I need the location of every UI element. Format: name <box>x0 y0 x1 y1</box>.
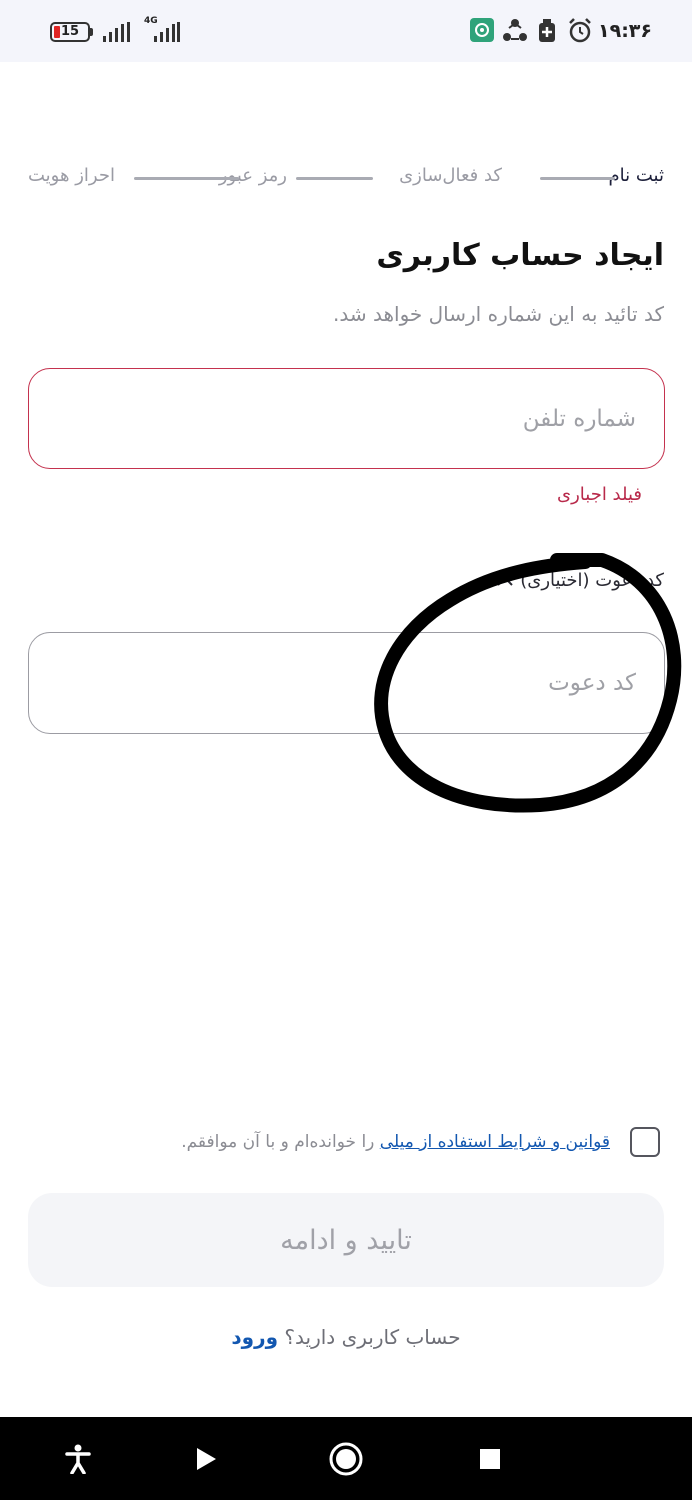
phone-error-message: فیلد اجباری <box>557 484 642 505</box>
terms-row: قوانین و شرایط استفاده از میلی را خوانده… <box>181 1127 660 1157</box>
play-icon[interactable] <box>186 1439 226 1479</box>
step-identity-verification: احراز هویت <box>28 165 115 186</box>
battery-level: 15 <box>60 24 80 39</box>
page-subtitle: کد تائید به این شماره ارسال خواهد شد. <box>333 302 664 326</box>
invite-code-input[interactable] <box>28 632 665 734</box>
status-time: ۱۹:۳۶ <box>598 20 652 42</box>
step-divider <box>134 177 239 180</box>
confirm-continue-button[interactable]: تایید و ادامه <box>28 1193 664 1287</box>
terms-text: قوانین و شرایط استفاده از میلی را خوانده… <box>181 1132 610 1152</box>
invite-code-toggle-label: کد دعوت (اختیاری) <box>520 570 664 591</box>
login-prompt: حساب کاربری دارید؟ ورود <box>0 1325 692 1349</box>
storage-icon <box>539 19 555 42</box>
page-title: ایجاد حساب کاربری <box>376 238 664 273</box>
status-bar: 15 4G ۱۹:۳۶ <box>0 0 692 62</box>
step-divider <box>296 177 373 180</box>
accessibility-icon[interactable] <box>58 1439 98 1479</box>
chevron-up-icon <box>497 576 513 586</box>
login-link[interactable]: ورود <box>231 1325 278 1349</box>
phone-number-input[interactable] <box>28 368 665 469</box>
invite-code-toggle[interactable]: کد دعوت (اختیاری) <box>496 570 664 591</box>
app-notification-icon <box>470 18 494 42</box>
home-button-icon[interactable] <box>326 1439 366 1479</box>
system-navigation-bar <box>0 1417 692 1500</box>
terms-link[interactable]: قوانین و شرایط استفاده از میلی <box>380 1132 610 1152</box>
signal-icon <box>103 22 130 42</box>
battery-icon: 15 <box>50 22 90 42</box>
step-divider <box>540 177 615 180</box>
signal-icon-2 <box>154 22 180 42</box>
step-signup: ثبت نام <box>608 165 664 186</box>
registration-stepper: ثبت نام کد فعال‌سازی رمز عبور احراز هویت <box>28 165 664 189</box>
alarm-icon <box>569 18 591 43</box>
login-prompt-text: حساب کاربری دارید؟ <box>278 1325 461 1349</box>
terms-suffix: را خوانده‌ام و با آن موافقم. <box>181 1132 380 1152</box>
sync-icon <box>503 19 527 41</box>
terms-checkbox[interactable] <box>630 1127 660 1157</box>
step-password: رمز عبور <box>218 165 287 186</box>
step-activation-code: کد فعال‌سازی <box>399 165 502 186</box>
recents-square-icon[interactable] <box>470 1439 510 1479</box>
